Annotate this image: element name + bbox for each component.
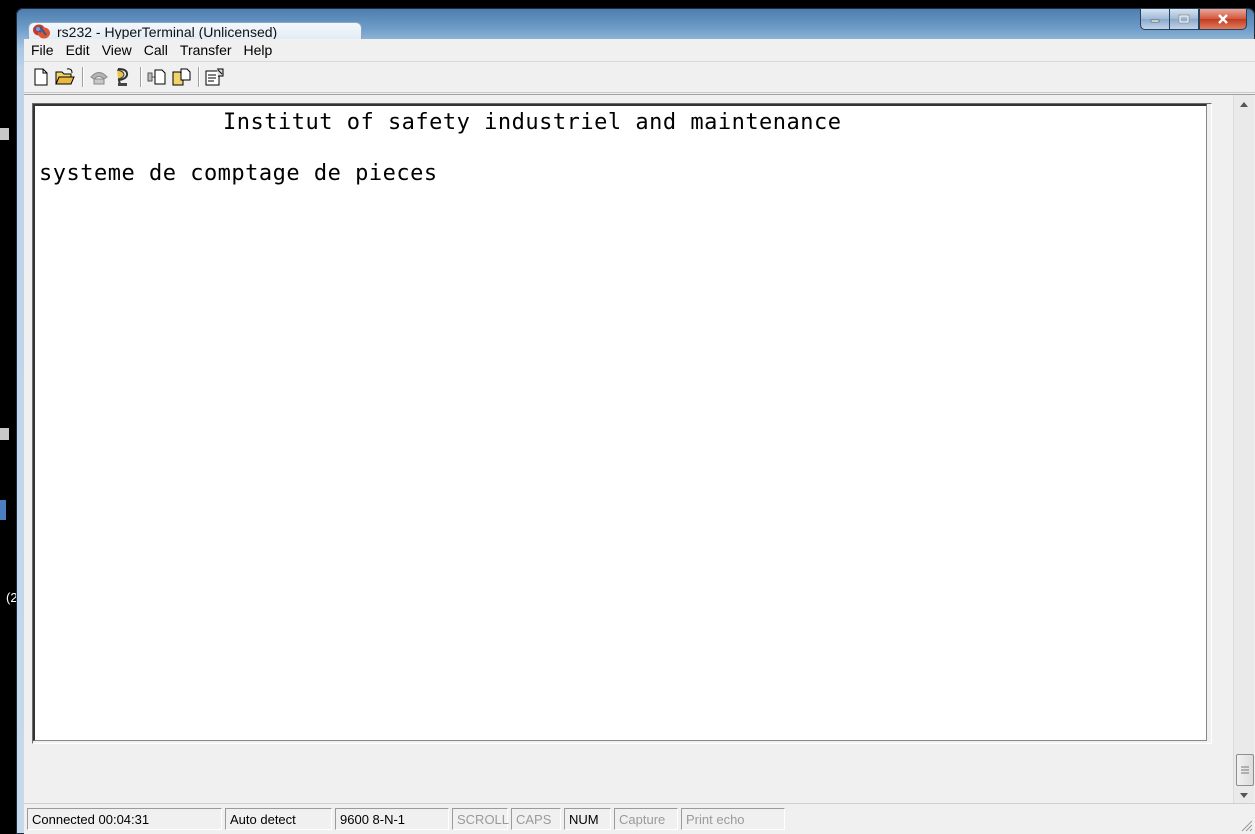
maximize-button[interactable] (1169, 8, 1199, 30)
caption-buttons (1140, 8, 1247, 32)
receive-icon (172, 68, 191, 86)
status-bar: Connected 00:04:31 Auto detect 9600 8-N-… (24, 803, 1255, 834)
terminal-line: systeme de comptage de pieces (39, 161, 438, 186)
send-button[interactable] (146, 66, 168, 88)
toolbar-separator (198, 67, 200, 87)
send-icon (147, 69, 166, 85)
arrow-up-icon (1240, 101, 1248, 107)
open-button[interactable] (54, 66, 76, 88)
menu-help[interactable]: Help (239, 42, 278, 58)
status-auto-detect: Auto detect (225, 808, 332, 830)
arrow-down-icon (1240, 792, 1248, 798)
minimize-button[interactable] (1140, 8, 1169, 30)
terminal-line: Institut of safety industriel and mainte… (223, 110, 842, 135)
window-title: rs232 - HyperTerminal (Unlicensed) (57, 24, 278, 40)
menu-call[interactable]: Call (139, 42, 173, 58)
disconnect-icon (116, 68, 129, 86)
scroll-thumb[interactable] (1236, 754, 1254, 786)
properties-button[interactable] (204, 66, 226, 88)
status-num: NUM (564, 808, 611, 830)
new-connection-button[interactable] (30, 66, 52, 88)
status-capture: Capture (614, 808, 678, 830)
scroll-up-button[interactable] (1234, 95, 1254, 113)
toolbar-separator (140, 67, 142, 87)
toolbar (24, 62, 1255, 93)
menu-bar: File Edit View Call Transfer Help (24, 39, 1255, 62)
open-icon (55, 68, 75, 85)
scroll-down-button[interactable] (1234, 786, 1254, 804)
desktop-fragment (0, 128, 9, 140)
desktop-fragment (0, 500, 6, 520)
desktop-fragment (0, 428, 9, 440)
maximize-icon (1178, 14, 1190, 24)
terminal-area: Institut of safety industriel and mainte… (24, 94, 1255, 804)
close-icon (1218, 14, 1228, 24)
grip-lines-icon (1241, 766, 1249, 774)
vertical-scrollbar[interactable] (1233, 95, 1254, 804)
new-connection-icon (34, 68, 48, 86)
window-body: File Edit View Call Transfer Help Instit… (24, 39, 1255, 834)
menu-edit[interactable]: Edit (61, 42, 95, 58)
status-port-settings: 9600 8-N-1 (335, 808, 449, 830)
menu-transfer[interactable]: Transfer (175, 42, 237, 58)
dial-button[interactable] (88, 66, 110, 88)
disconnect-button[interactable] (112, 66, 134, 88)
status-connected: Connected 00:04:31 (27, 808, 222, 830)
status-caps: CAPS (511, 808, 561, 830)
menu-view[interactable]: View (97, 42, 137, 58)
toolbar-separator (82, 67, 84, 87)
receive-button[interactable] (170, 66, 192, 88)
dial-icon (90, 72, 108, 85)
hyperterminal-app-icon[interactable] (32, 23, 51, 40)
hyperterminal-window: rs232 - HyperTerminal (Unlicensed) File … (16, 8, 1255, 834)
menu-file[interactable]: File (26, 42, 59, 58)
resize-grip-icon[interactable] (1239, 818, 1253, 832)
close-button[interactable] (1199, 8, 1247, 30)
status-scroll: SCROLL (452, 808, 509, 830)
minimize-icon (1150, 19, 1160, 23)
title-bar[interactable]: rs232 - HyperTerminal (Unlicensed) (16, 8, 1255, 45)
properties-icon (205, 68, 224, 86)
status-print-echo: Print echo (681, 808, 785, 830)
terminal-screen[interactable]: Institut of safety industriel and mainte… (33, 104, 1207, 741)
